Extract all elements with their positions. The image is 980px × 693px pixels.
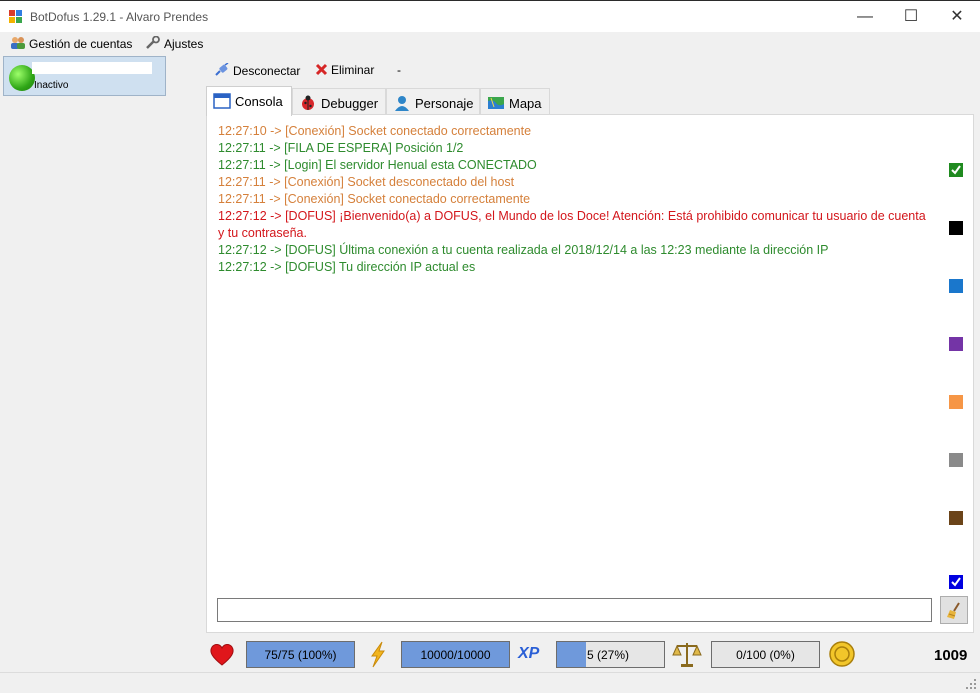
resize-grip-icon[interactable] [965, 678, 977, 690]
account-name-redacted [32, 62, 152, 74]
health-bar: 75/75 (100%) [246, 641, 355, 668]
delete-label: Eliminar [331, 63, 375, 77]
map-icon [487, 95, 505, 111]
brown-filter[interactable] [949, 511, 963, 525]
menu-accounts-label: Gestión de cuentas [29, 37, 133, 51]
tab-personaje[interactable]: Personaje [386, 88, 480, 114]
menu-bar: Gestión de cuentas Ajustes [0, 32, 980, 56]
menu-settings-label: Ajustes [164, 37, 204, 51]
toolbar-extra-button[interactable]: - [397, 63, 401, 77]
console-line: 12:27:11 -> [Conexión] Socket conectado … [218, 192, 531, 206]
plug-icon [214, 62, 230, 80]
heart-icon [208, 640, 236, 668]
green-filter[interactable] [949, 163, 963, 177]
account-status: Inactivo [34, 80, 69, 91]
window-status-strip [0, 672, 980, 692]
menu-settings[interactable]: Ajustes [145, 35, 204, 51]
gray-filter[interactable] [949, 453, 963, 467]
energy-text: 10000/10000 [420, 648, 491, 662]
tab-label: Consola [235, 94, 283, 109]
character-icon [393, 95, 411, 111]
account-toolbar: Desconectar Eliminar - [206, 58, 976, 82]
console-panel: 12:27:10 -> [Conexión] Socket conectado … [206, 114, 974, 633]
tab-label: Mapa [509, 96, 542, 111]
app-icon [9, 10, 23, 24]
broom-icon [945, 601, 965, 624]
console-line: 12:27:12 -> [DOFUS] Última conexión a tu… [218, 243, 829, 257]
experience-fill [557, 642, 586, 667]
navy-filter[interactable] [949, 575, 963, 589]
pods-text: 0/100 (0%) [736, 648, 795, 662]
delete-button[interactable]: Eliminar [315, 63, 374, 79]
console-line: 12:27:11 -> [FILA DE ESPERA] Posición 1/… [218, 141, 464, 155]
experience-bar: 5 (27%) [556, 641, 665, 668]
tab-consola[interactable]: Consola [206, 86, 292, 116]
console-window-icon [213, 93, 231, 109]
users-icon [10, 36, 26, 50]
black-filter[interactable] [949, 221, 963, 235]
kamas-value: 1009 [934, 647, 968, 664]
pods-bar: 0/100 (0%) [711, 641, 820, 668]
tab-debugger[interactable]: Debugger [292, 88, 386, 114]
kamas-coin-icon [828, 640, 856, 668]
command-input[interactable] [217, 598, 932, 622]
lightning-icon [364, 640, 392, 668]
account-item[interactable]: Inactivo [3, 56, 166, 96]
purple-filter[interactable] [949, 337, 963, 351]
checkmark-icon [951, 577, 961, 587]
account-list: Inactivo [0, 56, 166, 672]
tab-label: Debugger [321, 96, 379, 111]
tab-mapa[interactable]: Mapa [480, 88, 550, 114]
maximize-button[interactable]: ☐ [888, 1, 934, 32]
window-title: BotDofus 1.29.1 - Alvaro Prendes [30, 10, 209, 24]
console-line: 12:27:10 -> [Conexión] Socket conectado … [218, 124, 532, 138]
health-text: 75/75 (100%) [264, 648, 337, 662]
stats-bar: 75/75 (100%) 10000/10000 XP 5 (27%) 0/10… [206, 640, 976, 670]
tab-label: Personaje [415, 96, 474, 111]
minimize-button[interactable]: — [842, 1, 888, 32]
blue-filter[interactable] [949, 279, 963, 293]
ladybug-icon [299, 95, 317, 111]
console-line: 12:27:11 -> [Conexión] Socket desconecta… [218, 175, 515, 189]
disconnect-button[interactable]: Desconectar [214, 62, 301, 80]
console-log: 12:27:10 -> [Conexión] Socket conectado … [218, 123, 933, 276]
energy-bar: 10000/10000 [401, 641, 510, 668]
xp-icon: XP [518, 645, 540, 662]
console-line: 12:27:12 -> [DOFUS] Tu dirección IP actu… [218, 260, 476, 274]
wrench-icon [145, 35, 161, 50]
orange-filter[interactable] [949, 395, 963, 409]
experience-text: 5 (27%) [587, 648, 630, 662]
clear-console-button[interactable] [940, 596, 968, 624]
menu-accounts[interactable]: Gestión de cuentas [10, 36, 132, 51]
delete-x-icon [315, 63, 328, 79]
console-line: 12:27:11 -> [Login] El servidor Henual e… [218, 158, 537, 172]
disconnect-label: Desconectar [233, 64, 301, 78]
checkmark-icon [951, 165, 961, 175]
title-bar: BotDofus 1.29.1 - Alvaro Prendes — ☐ ✕ [0, 0, 980, 32]
close-button[interactable]: ✕ [934, 1, 980, 32]
scale-icon [672, 640, 702, 668]
console-line: 12:27:12 -> [DOFUS] ¡Bienvenido(a) a DOF… [218, 209, 926, 240]
